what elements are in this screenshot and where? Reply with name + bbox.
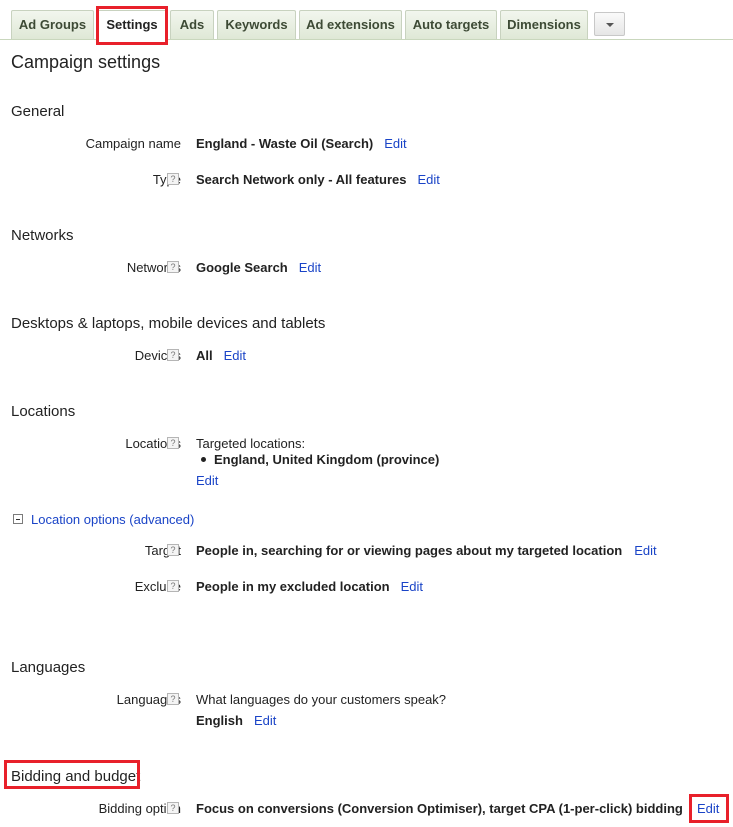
type-value: Search Network only - All features Edit	[196, 172, 440, 187]
tab-auto-targets[interactable]: Auto targets	[405, 10, 497, 39]
tab-dimensions[interactable]: Dimensions	[500, 10, 588, 39]
locations-edit-link[interactable]: Edit	[196, 473, 218, 488]
targeted-location-item: England, United Kingdom (province)	[201, 452, 439, 467]
section-heading-devices: Desktops & laptops, mobile devices and t…	[11, 315, 326, 332]
section-heading-bidding-budget: Bidding and budget	[11, 768, 141, 785]
tab-bar: Ad Groups Settings Ads Keywords Ad exten…	[0, 0, 733, 41]
target-value: People in, searching for or viewing page…	[196, 543, 657, 558]
type-edit-link[interactable]: Edit	[417, 172, 439, 187]
campaign-name-label: Campaign name	[85, 136, 181, 151]
section-heading-networks: Networks	[11, 227, 74, 244]
locations-help-icon[interactable]: ?	[167, 437, 179, 449]
devices-edit-link[interactable]: Edit	[224, 348, 246, 363]
more-tabs-dropdown[interactable]	[594, 12, 625, 36]
bidding-option-edit-link[interactable]: Edit	[697, 801, 719, 816]
campaign-name-value: England - Waste Oil (Search) Edit	[196, 136, 407, 151]
section-heading-locations: Locations	[11, 403, 76, 420]
chevron-down-icon	[606, 23, 614, 27]
bidding-option-help-icon[interactable]: ?	[167, 802, 179, 814]
location-options-advanced-link[interactable]: Location options (advanced)	[31, 512, 194, 527]
devices-value: All Edit	[196, 348, 247, 363]
tab-settings[interactable]: Settings	[97, 10, 167, 40]
page-title: Campaign settings	[11, 52, 161, 72]
tab-ad-groups[interactable]: Ad Groups	[11, 10, 94, 39]
networks-edit-link[interactable]: Edit	[299, 260, 321, 275]
exclude-edit-link[interactable]: Edit	[401, 579, 423, 594]
devices-help-icon[interactable]: ?	[167, 349, 179, 361]
target-help-icon[interactable]: ?	[167, 544, 179, 556]
bidding-option-value: Focus on conversions (Conversion Optimis…	[196, 801, 683, 816]
target-edit-link[interactable]: Edit	[634, 543, 656, 558]
exclude-value: People in my excluded location Edit	[196, 579, 424, 594]
languages-edit-link[interactable]: Edit	[254, 713, 276, 728]
section-heading-languages: Languages	[11, 659, 86, 676]
section-heading-general: General	[11, 103, 65, 120]
type-help-icon[interactable]: ?	[167, 173, 179, 185]
exclude-help-icon[interactable]: ?	[167, 580, 179, 592]
tab-keywords[interactable]: Keywords	[217, 10, 296, 39]
languages-question: What languages do your customers speak?	[196, 692, 447, 707]
languages-value: English Edit	[196, 713, 277, 728]
bullet-icon	[201, 457, 206, 463]
networks-help-icon[interactable]: ?	[167, 261, 179, 273]
tab-ads[interactable]: Ads	[170, 10, 214, 39]
collapse-minus-icon[interactable]	[13, 514, 23, 524]
tab-ad-extensions[interactable]: Ad extensions	[299, 10, 402, 39]
campaign-name-edit-link[interactable]: Edit	[384, 136, 406, 151]
networks-value: Google Search Edit	[196, 260, 322, 275]
targeted-locations-intro: Targeted locations:	[196, 436, 306, 451]
languages-help-icon[interactable]: ?	[167, 693, 179, 705]
